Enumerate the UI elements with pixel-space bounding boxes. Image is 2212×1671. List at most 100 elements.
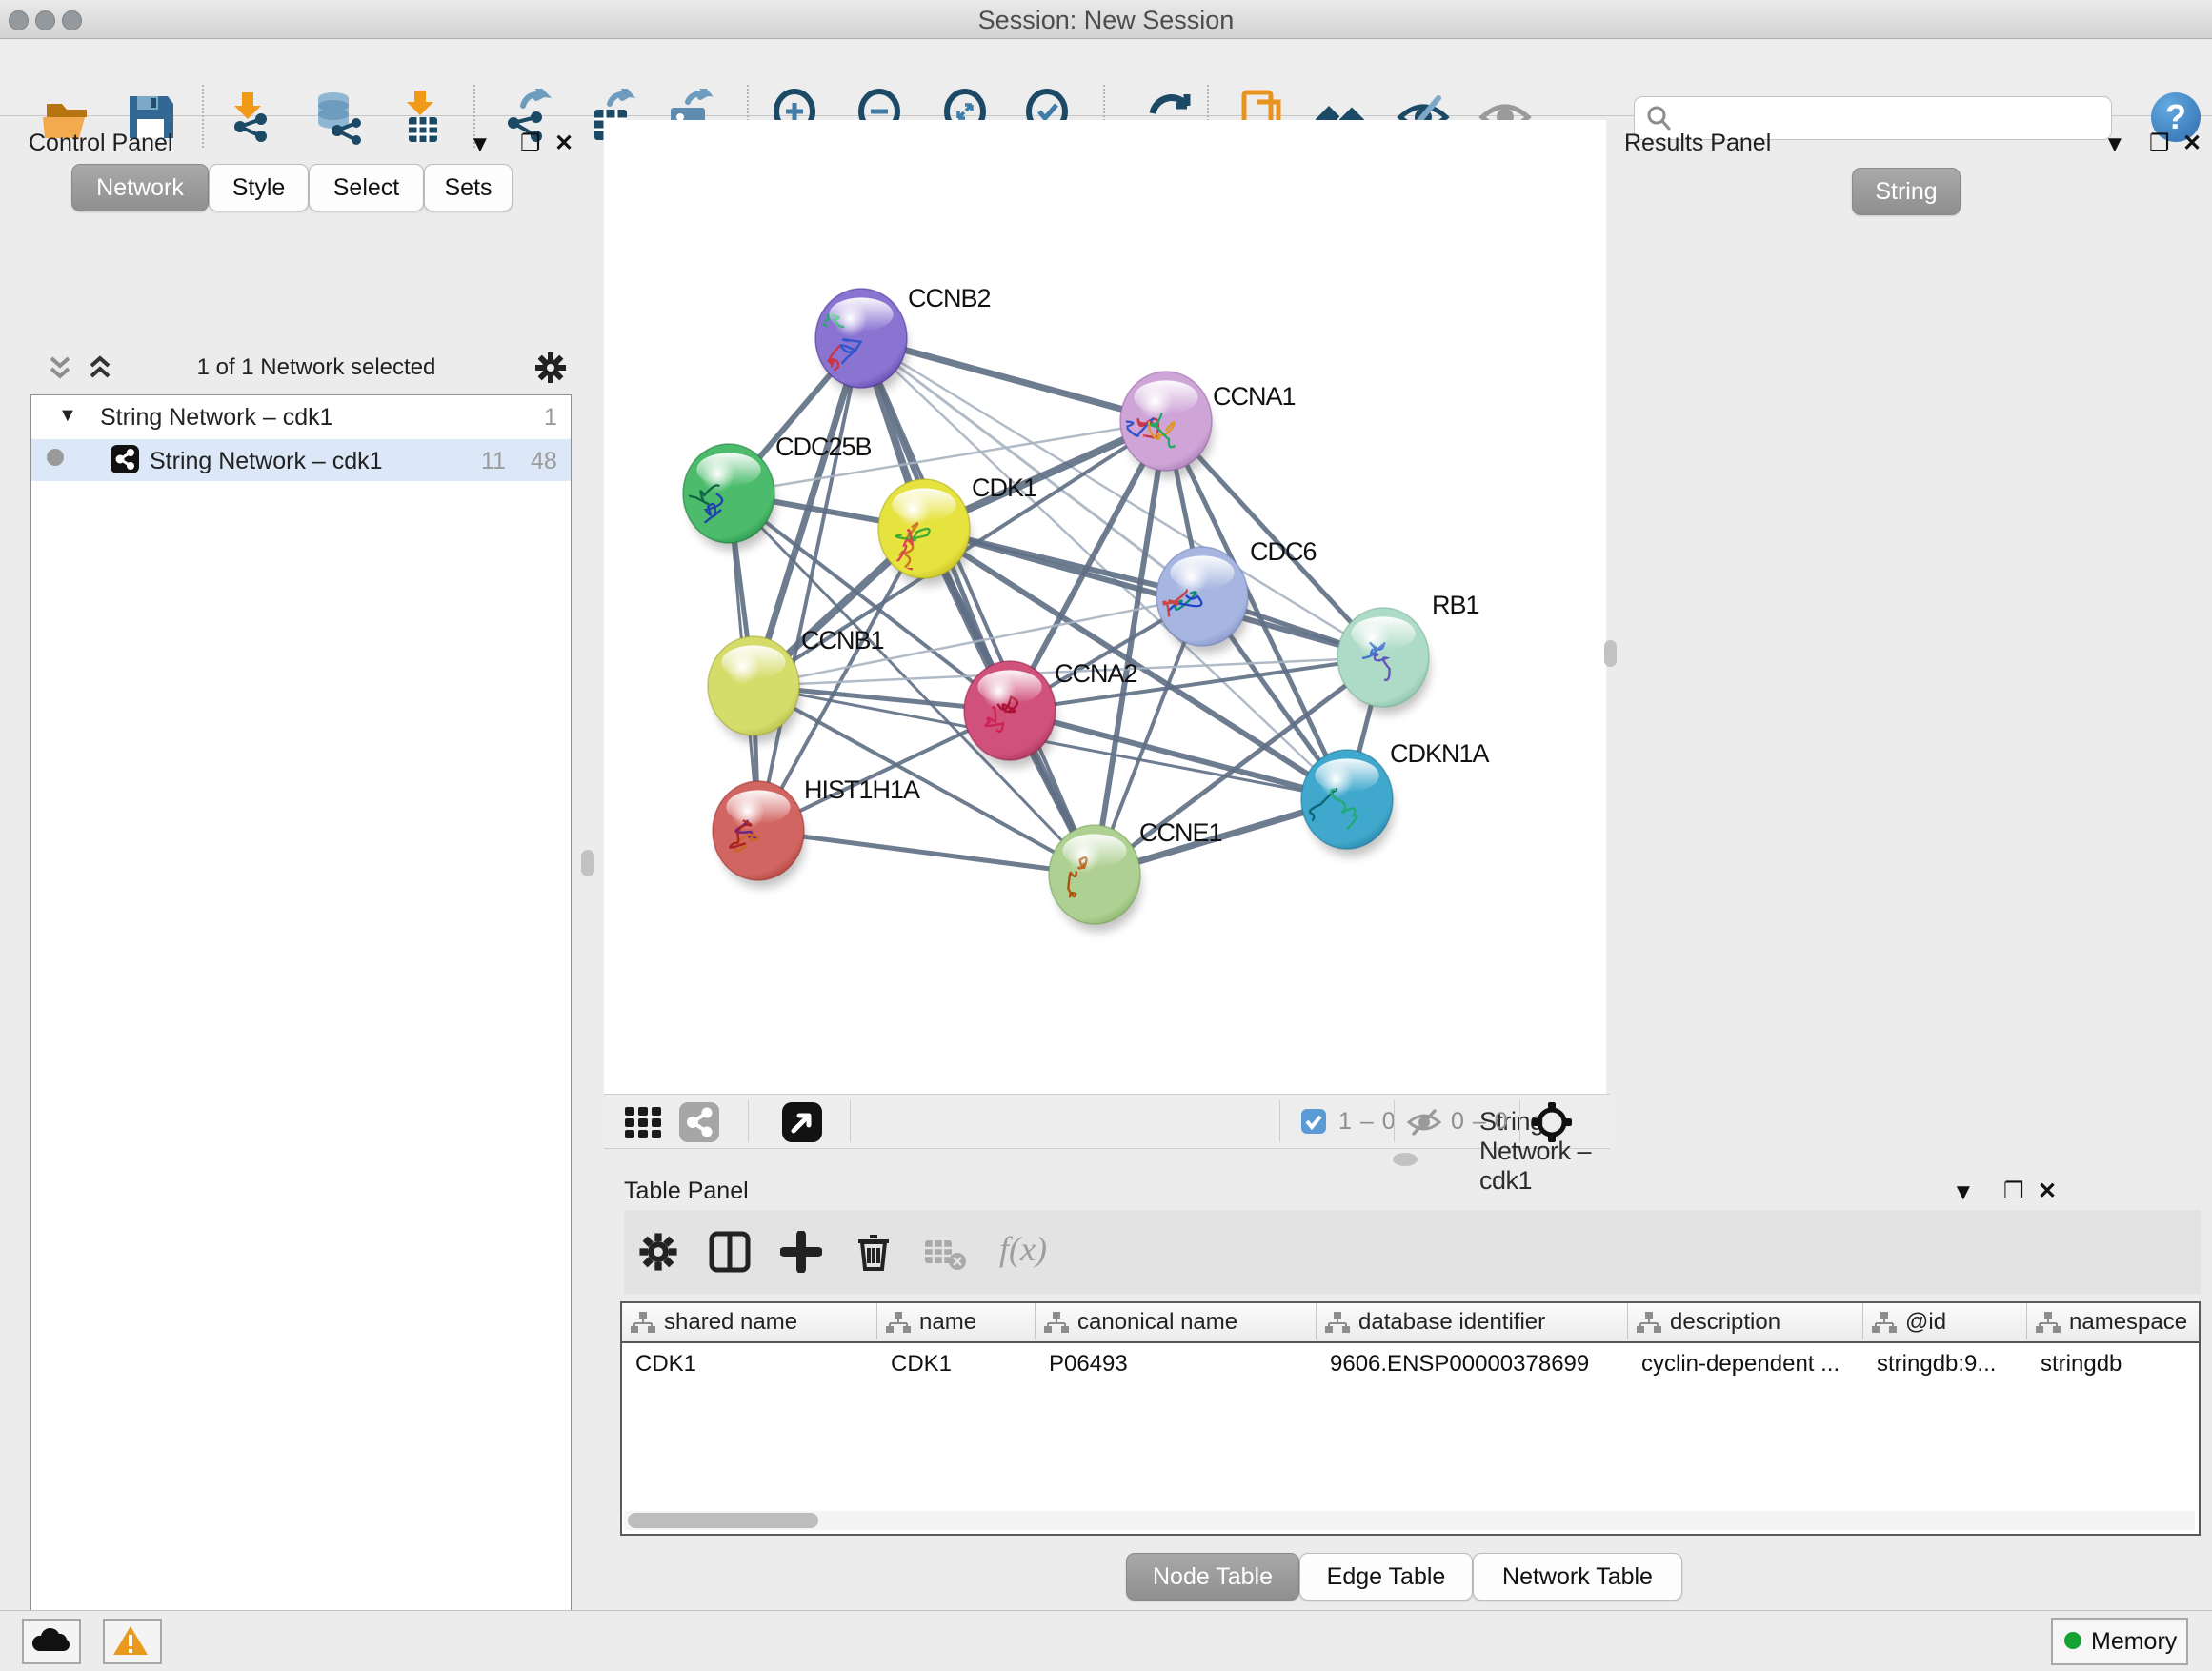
control-panel-title: Control Panel xyxy=(29,130,172,157)
gear-icon[interactable] xyxy=(533,351,568,385)
function-builder-icon: f(x) xyxy=(999,1229,1047,1269)
network-collection-row[interactable]: ▼ String Network – cdk1 1 xyxy=(31,397,571,439)
birds-eye-view-icon[interactable] xyxy=(781,1101,823,1143)
add-column-icon[interactable] xyxy=(780,1231,822,1273)
results-panel: Results Panel ▼ ❐ ✕ String Expand All Co… xyxy=(1610,120,2212,1602)
hidden-eye-icon xyxy=(1406,1106,1442,1138)
string-network-icon xyxy=(110,444,140,474)
selected-counts: 1 – 0 xyxy=(1338,1108,1397,1136)
fit-selected-crosshair-icon[interactable] xyxy=(1530,1100,1574,1144)
protein-node-ccne1[interactable] xyxy=(1049,825,1140,924)
main-toolbar: ? xyxy=(0,39,2212,116)
cloud-button[interactable] xyxy=(22,1619,81,1664)
table-cell[interactable]: CDK1 xyxy=(635,1343,875,1381)
tab-select[interactable]: Select xyxy=(309,164,424,211)
protein-node-rb1[interactable] xyxy=(1337,608,1429,707)
control-panel: Control Panel ▼ ❐ ✕ NetworkStyleSelectSe… xyxy=(10,120,577,1602)
memory-label: Memory xyxy=(2091,1628,2177,1656)
tab-network-table[interactable]: Network Table xyxy=(1473,1553,1682,1601)
node-label-cdc25b: CDC25B xyxy=(775,433,872,461)
left-splitter-handle[interactable] xyxy=(581,850,594,876)
protein-node-cdc6[interactable] xyxy=(1156,547,1248,646)
node-label-ccne1: CCNE1 xyxy=(1139,818,1222,847)
panel-float-icon[interactable]: ❐ xyxy=(2149,130,2170,157)
tree-expand-icon[interactable]: ▼ xyxy=(58,405,77,427)
panel-menu-icon[interactable]: ▼ xyxy=(2103,131,2126,158)
toolbar-separator xyxy=(1394,1100,1395,1142)
network-canvas[interactable]: CCNB2CCNA1CDC25BCDK1CDC6RB1CCNB1CCNA2CDK… xyxy=(604,120,1606,1094)
tab-network[interactable]: Network xyxy=(71,164,209,211)
node-label-cdc6: CDC6 xyxy=(1250,537,1317,566)
memory-button[interactable]: Memory xyxy=(2051,1618,2188,1665)
cytoscape-window: Session: New Session xyxy=(0,0,2212,1671)
share-view-icon[interactable] xyxy=(678,1101,720,1143)
column-header-name[interactable]: name xyxy=(877,1303,1036,1339)
panel-close-icon[interactable]: ✕ xyxy=(554,130,573,157)
toolbar-separator xyxy=(1519,1100,1520,1142)
column-header-shared-name[interactable]: shared name xyxy=(622,1303,877,1339)
window-title: Session: New Session xyxy=(0,6,2212,35)
network-selection-status: 1 of 1 Network selected xyxy=(145,354,488,381)
panel-close-icon[interactable]: ✕ xyxy=(2182,130,2202,157)
protein-node-hist1h1a[interactable] xyxy=(713,781,804,880)
selected-checkbox-icon[interactable] xyxy=(1300,1108,1327,1135)
delete-column-icon[interactable] xyxy=(853,1231,895,1273)
node-label-hist1h1a: HIST1H1A xyxy=(804,775,920,804)
protein-node-cdc25b[interactable] xyxy=(683,444,774,543)
network-list: ▼ String Network – cdk1 1 String Network… xyxy=(30,394,572,1671)
memory-status-dot xyxy=(2064,1632,2081,1649)
grid-view-icon[interactable] xyxy=(621,1099,667,1145)
warning-icon xyxy=(111,1624,150,1657)
show-columns-icon[interactable] xyxy=(708,1230,752,1274)
collapse-all-icon[interactable] xyxy=(44,352,76,385)
column-header-database-identifier[interactable]: database identifier xyxy=(1317,1303,1628,1339)
hidden-counts: 0 – 0 xyxy=(1451,1108,1509,1136)
table-cell[interactable]: 9606.ENSP00000378699 xyxy=(1330,1343,1626,1381)
panel-menu-icon[interactable]: ▼ xyxy=(469,131,492,158)
network-view-toolbar: String Network – cdk1 1 – 0 0 – 0 xyxy=(604,1094,1610,1149)
network-list-header: 1 of 1 Network selected xyxy=(30,345,572,393)
network-edge[interactable] xyxy=(758,831,1095,875)
node-label-cdkn1a: CDKN1A xyxy=(1390,739,1490,768)
title-bar: Session: New Session xyxy=(0,0,2212,39)
table-cell[interactable]: CDK1 xyxy=(891,1343,1034,1381)
toolbar-separator xyxy=(1279,1100,1280,1142)
status-bar: Memory xyxy=(0,1610,2212,1671)
scrollbar-thumb[interactable] xyxy=(628,1513,818,1528)
tab-style[interactable]: Style xyxy=(209,164,309,211)
expand-all-icon[interactable] xyxy=(84,352,116,385)
delete-table-icon xyxy=(923,1235,967,1273)
protein-node-ccna1[interactable] xyxy=(1111,372,1212,471)
node-label-ccnb1: CCNB1 xyxy=(801,626,884,654)
current-network-dot xyxy=(47,449,64,466)
panel-float-icon[interactable]: ❐ xyxy=(520,130,541,157)
tab-node-table[interactable]: Node Table xyxy=(1126,1553,1299,1601)
node-label-ccna2: CCNA2 xyxy=(1055,659,1137,688)
cloud-icon xyxy=(30,1626,71,1655)
network-row-selected[interactable]: String Network – cdk1 11 48 xyxy=(31,439,571,481)
tab-sets[interactable]: Sets xyxy=(424,164,513,211)
node-label-ccna1: CCNA1 xyxy=(1213,382,1296,411)
protein-node-cdkn1a[interactable] xyxy=(1301,750,1393,849)
protein-node-ccnb2[interactable] xyxy=(815,289,907,388)
node-label-rb1: RB1 xyxy=(1432,591,1479,619)
collection-count: 1 xyxy=(544,404,557,432)
warning-button[interactable] xyxy=(103,1619,162,1664)
column-header-canonical-name[interactable]: canonical name xyxy=(1036,1303,1317,1339)
node-count: 11 xyxy=(481,448,506,475)
horizontal-splitter-handle[interactable] xyxy=(1393,1153,1418,1166)
protein-node-ccnb1[interactable] xyxy=(708,636,799,735)
toolbar-separator xyxy=(850,1100,851,1142)
toolbar-separator xyxy=(748,1100,749,1142)
tab-string[interactable]: String xyxy=(1852,168,1961,215)
protein-node-ccna2[interactable] xyxy=(964,661,1056,760)
edge-count: 48 xyxy=(531,448,557,475)
tab-edge-table[interactable]: Edge Table xyxy=(1299,1553,1473,1601)
network-collection-label: String Network – cdk1 xyxy=(100,404,333,432)
table-gear-icon[interactable] xyxy=(637,1231,679,1273)
results-panel-title: Results Panel xyxy=(1624,130,1771,157)
protein-node-cdk1[interactable] xyxy=(878,479,970,578)
table-cell[interactable]: P06493 xyxy=(1049,1343,1315,1381)
node-label-ccnb2: CCNB2 xyxy=(908,284,991,312)
table-panel-title: Table Panel xyxy=(624,1178,749,1205)
